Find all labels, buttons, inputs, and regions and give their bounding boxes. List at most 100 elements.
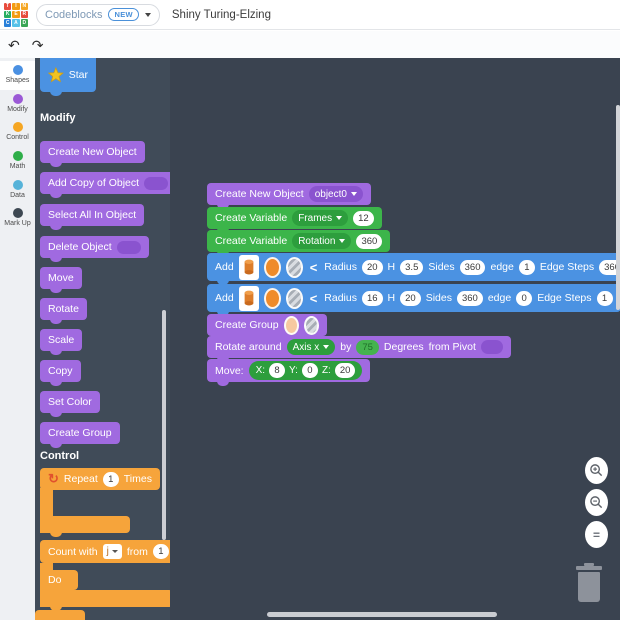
pivot-slot[interactable]	[481, 340, 503, 354]
param-label: Y:	[289, 365, 298, 376]
palette-block-set-color[interactable]: Set Color	[40, 391, 100, 413]
param-label: Radius	[324, 292, 357, 304]
shape-preview-box[interactable]	[239, 255, 259, 280]
palette-block-label: Rotate	[48, 303, 79, 315]
param-label: H	[388, 292, 396, 304]
palette-block-label: Copy	[48, 365, 73, 377]
object-slot[interactable]	[117, 241, 141, 254]
edge-value[interactable]: 1	[519, 260, 535, 275]
shape-preview-box[interactable]	[239, 286, 259, 311]
app-switcher-dropdown[interactable]: Codeblocks NEW	[36, 4, 160, 26]
sidebar-item-shapes[interactable]: Shapes	[0, 61, 35, 90]
height-value[interactable]: 20	[400, 291, 421, 306]
canvas-horizontal-scrollbar[interactable]	[267, 612, 497, 617]
sidebar-item-math[interactable]: Math	[0, 147, 35, 176]
sides-value[interactable]: 360	[460, 260, 486, 275]
sidebar-item-control[interactable]: Control	[0, 118, 35, 147]
collapse-chevron-icon[interactable]: <	[310, 291, 318, 306]
palette-scrollbar[interactable]	[162, 310, 166, 540]
control-category-icon	[13, 122, 23, 132]
axis-dropdown[interactable]: Axis x	[287, 339, 336, 355]
sidebar-item-label: Control	[6, 134, 29, 142]
palette-block-star[interactable]: Star	[40, 58, 96, 92]
counter-variable-dropdown[interactable]: j	[103, 544, 122, 559]
move-xyz-group: X:8 Y:0 Z:20	[249, 361, 363, 380]
canvas-block-rotate-around[interactable]: Rotate around Axis x by 75 Degrees from …	[207, 336, 511, 358]
chevron-down-icon	[112, 550, 118, 553]
canvas-block-create-group[interactable]: Create Group	[207, 314, 327, 336]
move-z-value[interactable]: 20	[335, 363, 356, 378]
palette-block-move[interactable]: Move	[40, 267, 82, 289]
document-title[interactable]: Shiny Turing-Elzing	[172, 9, 271, 21]
undo-button[interactable]: ↶	[8, 38, 20, 52]
color-swatch[interactable]	[264, 257, 281, 278]
palette-block-label: Scale	[48, 334, 74, 346]
palette-block-select-all-in-object[interactable]: Select All In Object	[40, 204, 144, 226]
canvas-block-create-variable-frames[interactable]: Create Variable Frames 12	[207, 207, 382, 229]
palette-block-count-with[interactable]: Count with j from 1 to 10	[40, 540, 170, 563]
radius-value[interactable]: 16	[362, 291, 383, 306]
app-name: Codeblocks	[45, 9, 102, 21]
material-swatch[interactable]	[286, 257, 303, 278]
variable-value[interactable]: 360	[356, 234, 382, 249]
move-x-value[interactable]: 8	[269, 363, 285, 378]
edge-value[interactable]: 0	[516, 291, 532, 306]
variable-name-dropdown[interactable]: Rotation	[292, 233, 351, 249]
sidebar-item-markup[interactable]: Mark Up	[0, 204, 35, 233]
sidebar-item-label: Modify	[7, 106, 28, 114]
param-label: Sides	[426, 292, 452, 304]
palette-block-repeat[interactable]: ↻ Repeat 1 Times	[40, 468, 160, 490]
count-from-value[interactable]: 1	[153, 544, 169, 559]
canvas-block-add-shape-2[interactable]: Add < Radius16 H20 Sides360 edge0 Edge S…	[207, 284, 620, 312]
height-value[interactable]: 3.5	[400, 260, 423, 275]
sidebar-item-data[interactable]: Data	[0, 176, 35, 205]
trash-button[interactable]	[576, 563, 602, 603]
color-swatch[interactable]	[264, 288, 281, 309]
palette-block-rotate[interactable]: Rotate	[40, 298, 87, 320]
move-y-value[interactable]: 0	[302, 363, 318, 378]
material-swatch[interactable]	[304, 316, 319, 335]
palette-block-copy[interactable]: Copy	[40, 360, 81, 382]
logo-cell: I	[12, 3, 19, 10]
material-swatch[interactable]	[286, 288, 303, 309]
palette-block-label: Move	[48, 272, 74, 284]
collapse-chevron-icon[interactable]: <	[310, 260, 318, 275]
palette-block-create-group[interactable]: Create Group	[40, 422, 120, 444]
zoom-in-button[interactable]	[585, 457, 608, 484]
palette-block-delete-object[interactable]: Delete Object	[40, 236, 149, 258]
logo-cell: E	[12, 11, 19, 18]
degrees-value[interactable]: 75	[356, 340, 379, 355]
palette-block-label: Add Copy of Object	[48, 177, 139, 189]
tinkercad-logo[interactable]: T I N K E R C A D	[4, 3, 28, 27]
palette-block-add-copy-of-object[interactable]: Add Copy of Object	[40, 172, 170, 194]
canvas-block-move[interactable]: Move: X:8 Y:0 Z:20	[207, 359, 370, 382]
repeat-count-value[interactable]: 1	[103, 472, 119, 487]
radius-value[interactable]: 20	[362, 260, 383, 275]
canvas-block-add-shape-1[interactable]: Add < Radius20 H3.5 Sides360 edge1 Edge …	[207, 253, 620, 281]
palette-block-scale[interactable]: Scale	[40, 329, 82, 351]
cylinder-icon	[242, 258, 256, 276]
math-category-icon	[13, 151, 23, 161]
sidebar-item-modify[interactable]: Modify	[0, 90, 35, 119]
zoom-fit-button[interactable]: =	[585, 521, 608, 548]
palette-block-partial[interactable]	[35, 610, 85, 620]
logo-cell: C	[4, 19, 11, 26]
variable-value[interactable]: 12	[353, 211, 374, 226]
sides-value[interactable]: 360	[457, 291, 483, 306]
color-swatch[interactable]	[284, 316, 299, 335]
palette-block-label: Star	[69, 69, 88, 81]
trash-icon	[576, 566, 602, 570]
page-vertical-scrollbar[interactable]	[616, 105, 620, 310]
object-name-dropdown[interactable]: object0	[309, 186, 363, 202]
canvas-block-create-new-object[interactable]: Create New Object object0	[207, 183, 371, 205]
palette-block-create-new-object[interactable]: Create New Object	[40, 141, 145, 163]
zoom-out-button[interactable]	[585, 489, 608, 516]
canvas-block-create-variable-rotation[interactable]: Create Variable Rotation 360	[207, 230, 390, 252]
code-canvas[interactable]: Create New Object object0 Create Variabl…	[170, 58, 620, 620]
edge-steps-value[interactable]: 1	[597, 291, 613, 306]
sidebar-item-label: Math	[10, 163, 26, 171]
variable-name-dropdown[interactable]: Frames	[292, 210, 348, 226]
object-slot[interactable]	[144, 177, 168, 190]
param-label: H	[388, 261, 396, 273]
redo-button[interactable]: ↷	[32, 38, 44, 52]
